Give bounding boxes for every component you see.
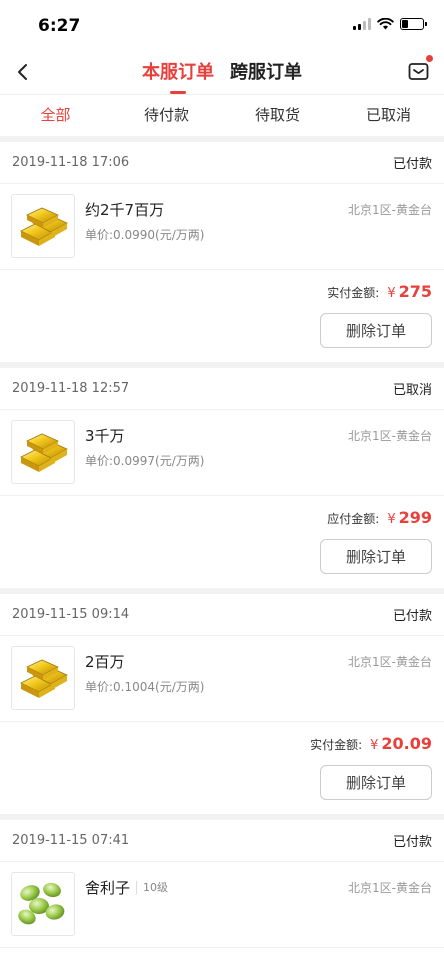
order-status: 已付款 — [392, 157, 432, 172]
cellular-signal-icon — [353, 18, 371, 30]
order-amount: 应付金额: ¥ 299 — [327, 508, 432, 527]
order-header: 2019-11-15 09:14 已付款 — [0, 594, 444, 636]
amount-value: 275 — [398, 282, 432, 301]
currency-symbol: ¥ — [370, 738, 379, 753]
item-server: 北京1区-黄金台 — [348, 429, 432, 443]
order-status: 已付款 — [392, 609, 432, 624]
gold-bar-icon — [11, 646, 75, 710]
order-time: 2019-11-18 17:06 — [12, 155, 130, 170]
item-name: 3千万 — [85, 425, 125, 446]
order-item[interactable]: 3千万 单价:0.0997(元/万两) 北京1区-黄金台 — [0, 410, 444, 496]
order-time: 2019-11-15 07:41 — [12, 833, 130, 848]
delete-order-button[interactable]: 删除订单 — [320, 765, 432, 800]
green-pearls-icon — [11, 872, 75, 936]
item-name-text: 2百万 — [85, 653, 125, 671]
amount-value: 20.09 — [381, 734, 432, 753]
status-icons — [353, 18, 427, 30]
order-header: 2019-11-18 17:06 已付款 — [0, 142, 444, 184]
item-unit-price: 单价:0.0997(元/万两) — [85, 454, 205, 468]
item-level: 10级 — [136, 881, 168, 894]
order-status: 已取消 — [392, 383, 432, 398]
item-unit-price: 单价:0.1004(元/万两) — [85, 680, 205, 694]
tab-cross-server-orders[interactable]: 跨服订单 — [230, 58, 302, 94]
order-footer: 实付金额: ¥ 275 删除订单 — [0, 270, 444, 362]
message-button[interactable] — [406, 55, 433, 84]
order-amount: 实付金额: ¥ 20.09 — [310, 734, 432, 753]
amount-label: 实付金额: — [310, 738, 363, 752]
order-card: 2019-11-18 17:06 已付款 约2千7百万 单价:0.0990(元/… — [0, 142, 444, 362]
amount-label: 应付金额: — [327, 512, 380, 526]
order-card: 2019-11-15 07:41 已付款 舍利子 10级 北京1区-黄金台 — [0, 820, 444, 948]
nav-bar: 本服订单 跨服订单 — [0, 50, 444, 94]
gold-bar-icon — [11, 420, 75, 484]
item-server: 北京1区-黄金台 — [348, 881, 432, 895]
filter-tabs: 全部 待付款 待取货 已取消 — [0, 94, 444, 136]
order-card: 2019-11-18 12:57 已取消 3千万 单价:0.0997(元/万两)… — [0, 368, 444, 588]
order-time: 2019-11-15 09:14 — [12, 607, 130, 622]
item-name: 舍利子 10级 — [85, 877, 168, 898]
item-name-text: 约2千7百万 — [85, 201, 165, 219]
item-server: 北京1区-黄金台 — [348, 203, 432, 217]
item-name-text: 3千万 — [85, 427, 125, 445]
order-footer: 实付金额: ¥ 20.09 删除订单 — [0, 722, 444, 814]
filter-all[interactable]: 全部 — [0, 95, 111, 136]
status-time: 6:27 — [38, 16, 81, 36]
currency-symbol: ¥ — [387, 286, 396, 301]
currency-symbol: ¥ — [387, 512, 396, 527]
delete-order-button[interactable]: 删除订单 — [320, 539, 432, 574]
tab-local-orders[interactable]: 本服订单 — [142, 58, 214, 94]
item-name: 2百万 — [85, 651, 125, 672]
nav-tabs: 本服订单 跨服订单 — [0, 58, 444, 94]
battery-icon — [400, 18, 427, 30]
order-header: 2019-11-15 07:41 已付款 — [0, 820, 444, 862]
order-header: 2019-11-18 12:57 已取消 — [0, 368, 444, 410]
order-item[interactable]: 约2千7百万 单价:0.0990(元/万两) 北京1区-黄金台 — [0, 184, 444, 270]
amount-label: 实付金额: — [327, 286, 380, 300]
amount-value: 299 — [398, 508, 432, 527]
order-card: 2019-11-15 09:14 已付款 2百万 单价:0.1004(元/万两)… — [0, 594, 444, 814]
filter-pending-pickup[interactable]: 待取货 — [222, 95, 333, 136]
wifi-icon — [377, 18, 394, 30]
order-status: 已付款 — [392, 835, 432, 850]
order-footer: 应付金额: ¥ 299 删除订单 — [0, 496, 444, 588]
item-unit-price: 单价:0.0990(元/万两) — [85, 228, 205, 242]
message-badge — [426, 55, 433, 62]
order-time: 2019-11-18 12:57 — [12, 381, 130, 396]
order-item[interactable]: 舍利子 10级 北京1区-黄金台 — [0, 862, 444, 948]
item-name-text: 舍利子 — [85, 879, 131, 897]
status-bar: 6:27 — [0, 0, 444, 50]
item-name: 约2千7百万 — [85, 199, 164, 220]
filter-pending-payment[interactable]: 待付款 — [111, 95, 222, 136]
item-server: 北京1区-黄金台 — [348, 655, 432, 669]
filter-cancelled[interactable]: 已取消 — [333, 95, 444, 136]
gold-bar-icon — [11, 194, 75, 258]
order-item[interactable]: 2百万 单价:0.1004(元/万两) 北京1区-黄金台 — [0, 636, 444, 722]
delete-order-button[interactable]: 删除订单 — [320, 313, 432, 348]
order-amount: 实付金额: ¥ 275 — [327, 282, 432, 301]
